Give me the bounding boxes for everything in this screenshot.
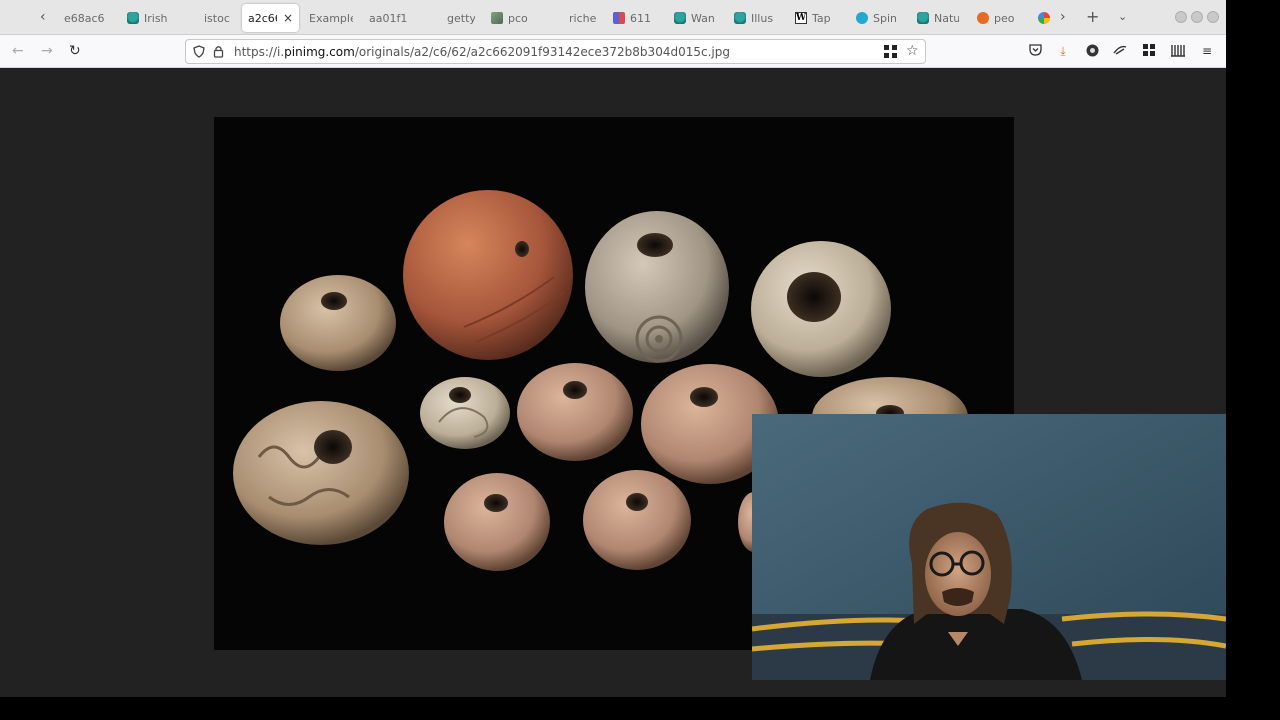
url-prefix: https://i. <box>234 45 285 59</box>
tracking-shield-icon[interactable] <box>193 45 205 61</box>
google-icon <box>1038 12 1050 24</box>
close-window-icon[interactable] <box>1207 11 1219 23</box>
scroll-tabs-right-icon[interactable]: › <box>1060 9 1066 25</box>
extensions-icon[interactable] <box>1142 44 1156 58</box>
tab-label: riche <box>569 11 597 25</box>
flickr-icon <box>613 12 625 24</box>
tab-1[interactable]: e68ac6 <box>64 4 106 32</box>
maximize-icon[interactable] <box>1191 11 1203 23</box>
reload-icon[interactable]: ↻ <box>69 43 81 59</box>
tab-active[interactable]: a2c66 × <box>242 4 299 32</box>
tab-15[interactable]: Natu <box>917 4 959 32</box>
new-tab-icon[interactable]: + <box>1086 7 1099 26</box>
tab-strip: ‹ e68ac6 Irish istoc a2c66 × Example aa0… <box>0 0 1226 35</box>
tab-12[interactable]: Illus <box>734 4 776 32</box>
wordpress-icon <box>856 12 868 24</box>
teal-vase-icon <box>734 12 746 24</box>
tab-label: Illus <box>751 11 774 25</box>
list-all-tabs-icon[interactable]: ⌄ <box>1118 10 1127 23</box>
tab-label: Spin <box>873 11 896 25</box>
tab-label: Natu <box>934 11 959 25</box>
pocket-icon[interactable] <box>1028 44 1042 58</box>
library-icon[interactable] <box>1171 44 1185 58</box>
tab-7[interactable]: getty <box>447 4 475 32</box>
picture-icon <box>491 12 503 24</box>
presenter-video <box>752 414 1226 680</box>
tab-8[interactable]: pco <box>491 4 531 32</box>
teal-vase-icon <box>127 12 139 24</box>
tab-label: pco <box>508 11 528 25</box>
duckduckgo-icon <box>977 12 989 24</box>
tab-label: a2c66 <box>248 11 277 25</box>
tab-3[interactable]: istoc <box>204 4 230 32</box>
tab-label: aa01f1 <box>369 11 408 25</box>
close-tab-icon[interactable]: × <box>283 11 293 25</box>
tab-label: Example <box>309 11 353 25</box>
back-arrow-icon[interactable]: ← <box>12 43 24 59</box>
screen: ‹ e68ac6 Irish istoc a2c66 × Example aa0… <box>0 0 1280 720</box>
url-host: pinimg.com <box>284 45 355 59</box>
minimize-icon[interactable] <box>1175 11 1187 23</box>
tab-2[interactable]: Irish <box>127 4 173 32</box>
url-path: /originals/a2/c6/62/a2c662091f93142ece37… <box>354 45 730 59</box>
account-avatar-icon[interactable] <box>1085 44 1099 58</box>
tab-label: peo <box>994 11 1015 25</box>
scroll-tabs-left-icon[interactable]: ‹ <box>40 9 46 25</box>
tab-label: istoc <box>204 11 230 25</box>
tab-5[interactable]: Example <box>309 4 353 32</box>
reading-mode-icon[interactable] <box>1113 44 1127 58</box>
tab-17[interactable] <box>1038 4 1054 32</box>
hamburger-menu-icon[interactable]: ≡ <box>1200 44 1214 58</box>
tab-10[interactable]: 611 <box>613 4 657 32</box>
teal-vase-icon <box>917 12 929 24</box>
tab-9[interactable]: riche <box>569 4 597 32</box>
tab-label: getty <box>447 11 475 25</box>
qr-code-icon[interactable] <box>884 45 897 61</box>
tab-16[interactable]: peo <box>977 4 1019 32</box>
downloads-icon[interactable]: ⤓ <box>1056 44 1070 58</box>
address-bar[interactable]: https://i.pinimg.com/originals/a2/c6/62/… <box>185 39 926 64</box>
tab-label: Wan <box>691 11 715 25</box>
teal-vase-icon <box>674 12 686 24</box>
tab-11[interactable]: Wan <box>674 4 716 32</box>
lock-icon[interactable] <box>213 45 224 61</box>
webcam-overlay <box>752 414 1226 680</box>
tab-label: Tap <box>812 11 831 25</box>
forward-arrow-icon[interactable]: → <box>41 43 53 59</box>
tab-6[interactable]: aa01f1 <box>369 4 413 32</box>
tab-13[interactable]: W Tap <box>795 4 835 32</box>
tab-14[interactable]: Spin <box>856 4 896 32</box>
tab-label: e68ac6 <box>64 11 105 25</box>
bookmark-star-icon[interactable]: ☆ <box>906 43 919 59</box>
tab-label: 611 <box>630 11 651 25</box>
url-text: https://i.pinimg.com/originals/a2/c6/62/… <box>234 45 730 59</box>
tab-label: Irish <box>144 11 168 25</box>
navigation-toolbar: ← → ↻ https://i.pinimg.com/originals/a2/… <box>0 35 1226 68</box>
wikipedia-icon: W <box>795 12 807 24</box>
